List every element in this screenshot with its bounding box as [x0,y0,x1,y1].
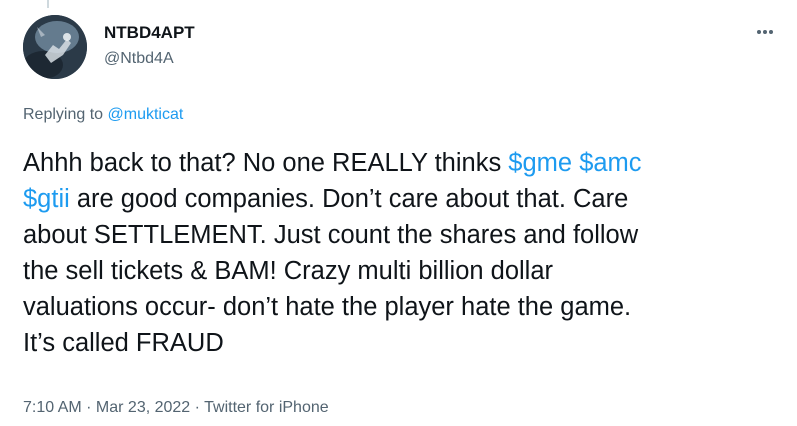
user-names: NTBD4APT @Ntbd4A [104,22,195,70]
tweet-line-5: valuations occur- don’t hate the player … [23,293,632,321]
tweet-text-segment: Ahhh back to that? No one REALLY thinks [23,149,509,177]
tweet-card: NTBD4APT @Ntbd4A Replying to @mukticat A… [0,0,797,426]
tweet-text-segment: are good companies. Don’t care about tha… [69,185,629,213]
tweet-line-4: the sell tickets & BAM! Crazy multi bill… [23,257,554,285]
tweet-source[interactable]: Twitter for iPhone [204,399,329,416]
tweet-line-3: about SETTLEMENT. Just count the shares … [23,221,639,249]
tweet-time[interactable]: 7:10 AM [23,399,82,416]
cashtag-link-amc[interactable]: $amc [579,149,641,177]
meta-separator: · [190,399,205,416]
tweet-date[interactable]: Mar 23, 2022 [96,399,190,416]
avatar[interactable] [23,15,87,79]
tweet-line-1: Ahhh back to that? No one REALLY thinks … [23,145,783,181]
replying-to: Replying to @mukticat [23,104,183,126]
reply-mention-link[interactable]: @mukticat [108,106,184,123]
tweet-line-6: It’s called FRAUD [23,329,224,357]
more-horizontal-icon[interactable] [753,25,777,39]
cashtag-link-gme[interactable]: $gme [508,149,572,177]
tweet-line-2: $gtii are good companies. Don’t care abo… [23,181,783,217]
tweet-meta: 7:10 AM · Mar 23, 2022 · Twitter for iPh… [23,397,329,419]
display-name[interactable]: NTBD4APT [104,22,195,44]
avatar-image [23,15,87,79]
thread-connector-line [47,0,49,8]
tweet-header: NTBD4APT @Ntbd4A [23,15,777,79]
tweet-text: Ahhh back to that? No one REALLY thinks … [23,145,783,361]
replying-to-label: Replying to [23,106,104,123]
cashtag-link-gtii[interactable]: $gtii [23,185,70,213]
user-handle[interactable]: @Ntbd4A [104,48,195,70]
meta-separator: · [81,399,96,416]
